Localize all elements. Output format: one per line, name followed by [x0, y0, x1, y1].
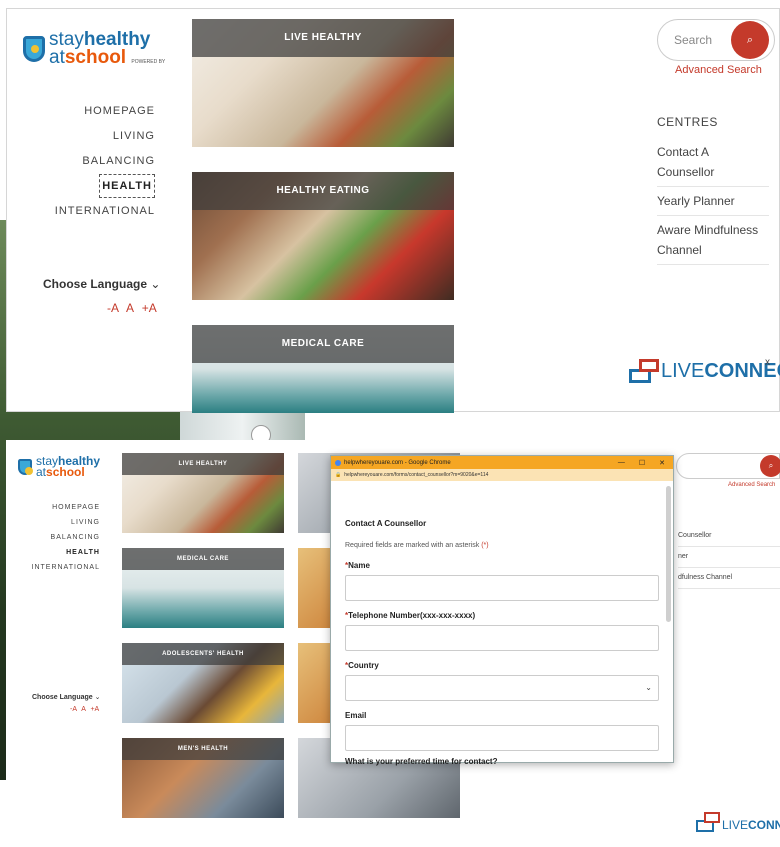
name-field[interactable]	[345, 575, 659, 601]
site-logo[interactable]: stayhealthy atschool	[18, 454, 101, 480]
popup-window-title: helpwhereyouare.com - Google Chrome	[344, 459, 451, 466]
liveconnect-widget[interactable]: LIVECONNECT	[696, 812, 780, 832]
nav-homepage[interactable]: HOMEPAGE	[55, 99, 155, 124]
top-screenshot: stayhealthy atschool POWERED BY HOMEPAGE…	[6, 8, 780, 413]
site-logo[interactable]: stayhealthy atschool POWERED BY	[23, 29, 166, 69]
tile-title: LIVE HEALTHY	[122, 453, 284, 475]
nav-international[interactable]: INTERNATIONAL	[55, 199, 155, 224]
advanced-search-link[interactable]: Advanced Search	[675, 64, 762, 76]
tile-live-healthy[interactable]: LIVE HEALTHY	[192, 19, 454, 147]
tile-title: MEN'S HEALTH	[122, 738, 284, 760]
tile-live-healthy[interactable]: LIVE HEALTHY	[122, 453, 284, 533]
tile-title: MEDICAL CARE	[122, 548, 284, 570]
tile-adolescents-health[interactable]: ADOLESCENTS' HEALTH	[122, 643, 284, 723]
tile-title: ADOLESCENTS' HEALTH	[122, 643, 284, 665]
email-field[interactable]	[345, 725, 659, 751]
close-icon[interactable]: x	[765, 357, 770, 368]
centre-yearly-planner[interactable]: Yearly Planner	[657, 187, 769, 216]
choose-language[interactable]: Choose Language ⌄	[32, 693, 101, 701]
close-icon[interactable]: ✕	[659, 459, 665, 467]
lock-icon: 🔒	[335, 472, 342, 478]
centre-contact-counsellor[interactable]: Contact A Counsellor	[657, 140, 769, 187]
nav-homepage[interactable]: HOMEPAGE	[32, 500, 101, 515]
chevron-down-icon: ⌄	[94, 694, 101, 701]
nav-balancing[interactable]: BALANCING	[32, 530, 101, 545]
font-size-controls: -A A +A	[70, 706, 99, 713]
tile-mens-health[interactable]: MEN'S HEALTH	[122, 738, 284, 818]
main-nav: HOMEPAGE LIVING BALANCING HEALTH INTERNA…	[32, 500, 101, 575]
nav-health[interactable]: HEALTH	[32, 545, 101, 560]
font-normal[interactable]: A	[126, 301, 133, 315]
tile-medical-care[interactable]: MEDICAL CARE	[122, 548, 284, 628]
centre-mindfulness-channel[interactable]: Aware Mindfulness Channel	[657, 216, 769, 265]
telephone-label: *Telephone Number(xxx-xxx-xxxx)	[345, 611, 476, 620]
advanced-search-link[interactable]: Advanced Search	[728, 482, 775, 488]
popup-address-bar[interactable]: 🔒 helpwhereyouare.com/forms/contact_coun…	[331, 469, 673, 481]
centre-yearly-planner[interactable]: ner	[678, 547, 780, 568]
country-select[interactable]: ⌄	[345, 675, 659, 701]
school-badge-icon	[23, 36, 45, 63]
nav-living[interactable]: LIVING	[55, 124, 155, 149]
minimize-icon[interactable]: —	[618, 459, 625, 467]
maximize-icon[interactable]: ☐	[639, 459, 645, 467]
tile-medical-care[interactable]: MEDICAL CARE	[192, 325, 454, 413]
font-decrease[interactable]: -A	[107, 301, 118, 315]
popup-heading: Contact A Counsellor	[345, 519, 427, 528]
required-note: Required fields are marked with an aster…	[345, 542, 489, 549]
chevron-down-icon: ⌄	[150, 277, 161, 291]
tile-title: LIVE HEALTHY	[192, 19, 454, 57]
tile-title: MEDICAL CARE	[192, 325, 454, 363]
font-normal[interactable]: A	[81, 706, 85, 713]
chevron-down-icon: ⌄	[645, 683, 652, 692]
logo-text: stayhealthy atschool	[36, 454, 101, 480]
email-label: Email	[345, 711, 367, 720]
nav-living[interactable]: LIVING	[32, 515, 101, 530]
telephone-field[interactable]	[345, 625, 659, 651]
country-label: *Country	[345, 661, 379, 670]
font-increase[interactable]: +A	[142, 301, 157, 315]
contact-counsellor-popup: helpwhereyouare.com - Google Chrome — ☐ …	[330, 455, 674, 766]
nav-balancing[interactable]: BALANCING	[55, 149, 155, 174]
centres-list: Counsellor ner dfulness Channel	[678, 526, 780, 589]
logo-text: stayhealthy atschool POWERED BY	[49, 29, 166, 69]
main-nav: HOMEPAGE LIVING BALANCING HEALTH INTERNA…	[55, 99, 155, 224]
chrome-icon	[335, 459, 341, 466]
nav-health[interactable]: HEALTH	[99, 174, 155, 198]
font-increase[interactable]: +A	[90, 706, 99, 713]
scrollbar[interactable]	[666, 486, 671, 622]
centres-heading: CENTRES	[657, 115, 718, 129]
chat-bubble-icon	[696, 812, 720, 832]
preferred-time-label: What is your preferred time for contact?	[345, 757, 498, 766]
liveconnect-widget[interactable]: LIVECONNECT	[629, 359, 780, 383]
popup-titlebar: helpwhereyouare.com - Google Chrome — ☐ …	[331, 456, 673, 469]
choose-language[interactable]: Choose Language ⌄	[43, 277, 160, 291]
centre-contact-counsellor[interactable]: Counsellor	[678, 526, 780, 547]
search-icon[interactable]: ⌕	[760, 455, 780, 477]
font-size-controls: -A A +A	[107, 301, 157, 315]
centres-list: Contact A Counsellor Yearly Planner Awar…	[657, 140, 769, 265]
tile-healthy-eating[interactable]: HEALTHY EATING	[192, 172, 454, 300]
chat-bubble-icon	[629, 359, 659, 383]
name-label: *Name	[345, 561, 370, 570]
search-icon[interactable]: ⌕	[731, 21, 769, 59]
font-decrease[interactable]: -A	[70, 706, 77, 713]
centre-mindfulness-channel[interactable]: dfulness Channel	[678, 568, 780, 589]
school-badge-icon	[18, 459, 33, 476]
tile-title: HEALTHY EATING	[192, 172, 454, 210]
nav-international[interactable]: INTERNATIONAL	[32, 560, 101, 575]
